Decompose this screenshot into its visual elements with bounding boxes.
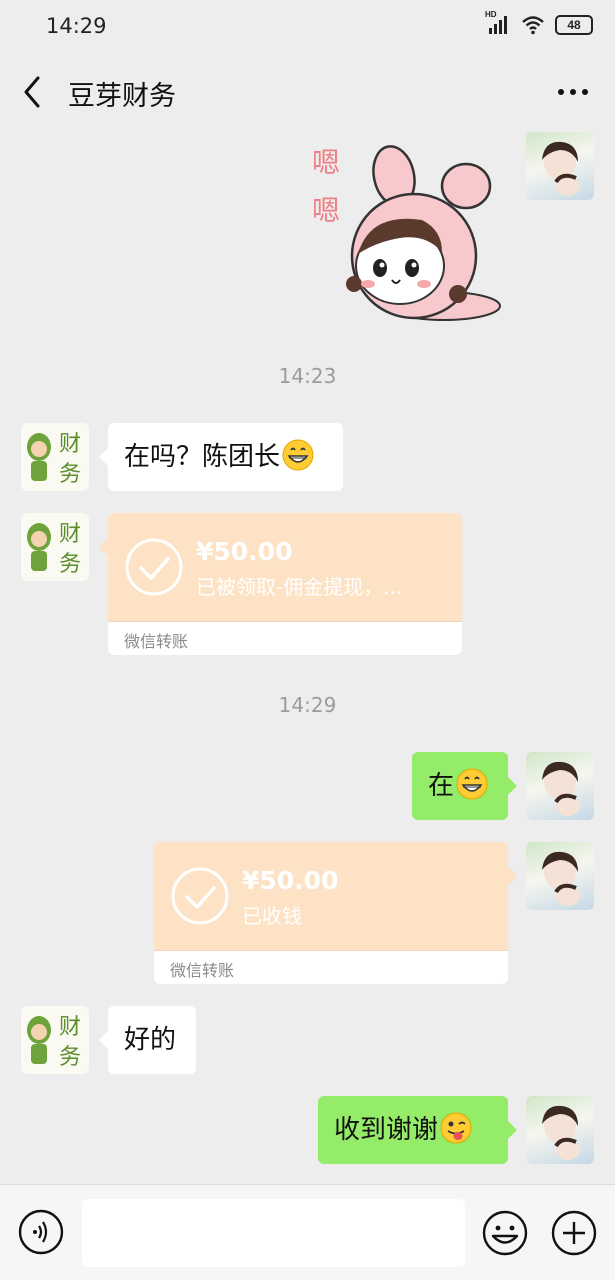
transfer-card-sent[interactable]: ¥50.00 已收钱 微信转账	[154, 842, 508, 984]
bubble-tail	[99, 1031, 108, 1049]
transfer-card-received[interactable]: ¥50.00 已被领取-佣金提现，... 微信转账	[108, 513, 462, 655]
status-bar: 14:29 HD 48	[0, 0, 615, 56]
message-input[interactable]	[82, 1199, 465, 1267]
timestamp-separator: 14:29	[278, 693, 337, 717]
more-functions-icon[interactable]	[550, 1209, 598, 1257]
svg-text:务: 务	[59, 1045, 81, 1070]
check-circle-icon	[125, 538, 183, 596]
message-bubble-outgoing[interactable]: 在	[412, 752, 508, 820]
transfer-status: 已被领取-佣金提现，...	[196, 575, 403, 599]
message-text: 在	[428, 771, 455, 801]
grin-emoji-icon	[282, 439, 314, 470]
message-text: 收到谢谢	[334, 1115, 439, 1145]
emoji-picker-icon[interactable]	[481, 1209, 529, 1257]
chat-header: 豆芽财务	[0, 56, 615, 128]
message-bubble-incoming[interactable]: 好的	[108, 1006, 196, 1074]
transfer-footer: 微信转账	[108, 621, 462, 655]
battery-indicator: 48	[555, 15, 593, 35]
grin-emoji-icon	[456, 768, 488, 799]
avatar-label: 财	[59, 432, 81, 457]
my-avatar[interactable]	[526, 752, 594, 820]
wink-tongue-emoji-icon	[440, 1112, 472, 1143]
transfer-amount: ¥50.00	[242, 866, 339, 895]
transfer-footer: 微信转账	[154, 950, 508, 984]
more-options-icon[interactable]	[555, 80, 591, 104]
sticker-text: 嗯	[312, 146, 340, 179]
back-arrow-icon[interactable]	[18, 74, 48, 110]
transfer-card-body: ¥50.00 已收钱	[154, 842, 508, 950]
bubble-tail	[99, 538, 108, 556]
sticker-message[interactable]: 嗯 嗯	[306, 134, 506, 329]
sticker-text-2: 嗯	[312, 194, 340, 227]
contact-avatar[interactable]: 财 务	[21, 513, 89, 581]
my-avatar[interactable]	[526, 1096, 594, 1164]
message-bubble-outgoing[interactable]: 收到谢谢	[318, 1096, 508, 1164]
svg-text:财: 财	[59, 522, 81, 547]
transfer-card-body: ¥50.00 已被领取-佣金提现，...	[108, 513, 462, 621]
svg-text:务: 务	[59, 552, 81, 577]
my-avatar[interactable]	[526, 132, 594, 200]
status-time: 14:29	[46, 14, 107, 38]
check-circle-icon	[171, 867, 229, 925]
bubble-tail	[508, 1121, 517, 1139]
input-bar	[0, 1184, 615, 1280]
network-type-label: HD	[485, 10, 497, 19]
contact-avatar[interactable]: 财 务	[21, 423, 89, 491]
transfer-amount: ¥50.00	[196, 537, 293, 566]
message-bubble-incoming[interactable]: 在吗？陈团长	[108, 423, 343, 491]
status-icons: HD 48	[485, 10, 593, 36]
timestamp-separator: 14:23	[278, 364, 337, 388]
bubble-tail	[508, 777, 517, 795]
bubble-tail	[99, 448, 108, 466]
message-text: 好的	[124, 1025, 177, 1055]
bubble-tail	[508, 867, 517, 885]
my-avatar[interactable]	[526, 842, 594, 910]
transfer-status: 已收钱	[242, 904, 302, 928]
contact-avatar[interactable]: 财 务	[21, 1006, 89, 1074]
transfer-label: 微信转账	[170, 961, 235, 980]
svg-text:财: 财	[59, 1015, 81, 1040]
voice-input-icon[interactable]	[18, 1209, 64, 1255]
transfer-label: 微信转账	[124, 632, 189, 651]
wifi-icon	[522, 16, 544, 35]
svg-text:务: 务	[59, 462, 81, 487]
chat-title: 豆芽财务	[68, 81, 176, 112]
signal-icon: HD	[485, 10, 511, 36]
message-text: 在吗？陈团长	[124, 442, 281, 472]
